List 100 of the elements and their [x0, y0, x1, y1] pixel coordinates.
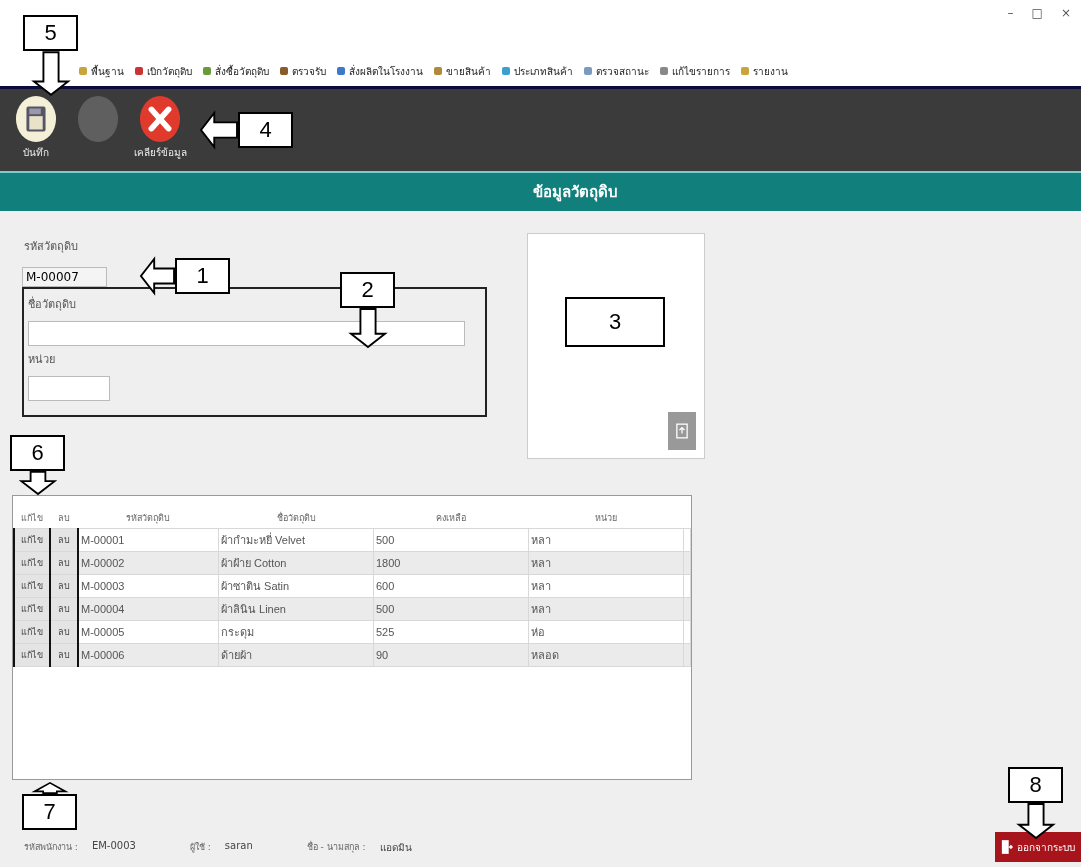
menu-item[interactable]: พื้นฐาน [78, 63, 124, 79]
edit-button[interactable]: แก้ไข [15, 644, 49, 666]
menu-item[interactable]: ประเภทสินค้า [501, 63, 573, 79]
menu-icon [78, 66, 88, 76]
edit-button[interactable]: แก้ไข [15, 575, 49, 597]
code-input[interactable]: M-00007 [22, 267, 107, 287]
footer-value: EM-0003 [91, 839, 136, 853]
column-header: หน่วย [528, 496, 684, 529]
callout-number: 8 [1008, 767, 1063, 803]
menu-item[interactable]: สั่งผลิตในโรงงาน [336, 63, 423, 79]
table-cell: ผ้ากำมะหยี่ Velvet [218, 528, 374, 552]
menu-item[interactable]: แก้ไขรายการ [659, 63, 730, 79]
section-header: ข้อมูลวัตถุดิบ [0, 171, 1081, 211]
table-cell: 90 [373, 643, 529, 667]
callout-arrow-icon [1017, 803, 1054, 839]
callout-number: 2 [340, 272, 395, 308]
delete-button[interactable]: ลบ [51, 644, 77, 666]
table-cell: 1800 [373, 551, 529, 575]
edit-button[interactable]: แก้ไข [15, 621, 49, 643]
callout-number: 1 [175, 258, 230, 294]
menu-item[interactable]: ขายสินค้า [433, 63, 491, 79]
window-control[interactable]: × [1060, 6, 1071, 56]
menu-icon [202, 66, 212, 76]
toolbar-button[interactable]: เคลียร์ข้อมูล [132, 95, 188, 171]
toolbar-button[interactable]: บันทึก [8, 95, 64, 171]
delete-button[interactable]: ลบ [51, 621, 77, 643]
upload-button[interactable] [668, 412, 696, 450]
table-cell: 525 [373, 620, 529, 644]
table-cell: หลา [528, 551, 684, 575]
table-cell: ผ้าฝ้าย Cotton [218, 551, 374, 575]
footer-label: ชื่อ - นามสกุล : [306, 840, 366, 855]
callout-number: 4 [238, 112, 293, 148]
column-header: ชื่อวัตถุดิบ [218, 496, 374, 529]
field-label: รหัสวัตถุดิบ [24, 239, 78, 255]
callout-number: 6 [10, 435, 65, 471]
table-cell: M-00003 [78, 574, 219, 598]
upload-icon [676, 423, 688, 439]
menu-icon [336, 66, 346, 76]
delete-button[interactable]: ลบ [51, 598, 77, 620]
column-header: รหัสวัตถุดิบ [78, 496, 219, 529]
delete-button[interactable]: ลบ [51, 552, 77, 574]
menu-item[interactable]: ตรวจสถานะ [583, 63, 649, 79]
menu-icon [740, 66, 750, 76]
table-cell: ห่อ [528, 620, 684, 644]
callout-number: 7 [22, 794, 77, 830]
footer-value: saran [224, 839, 253, 853]
door-icon [1001, 839, 1013, 855]
edit-button[interactable]: แก้ไข [15, 598, 49, 620]
menu-icon [583, 66, 593, 76]
window-control[interactable]: – [1007, 6, 1014, 56]
callout-arrow-icon [200, 112, 238, 148]
column-header: คงเหลือ [373, 496, 529, 529]
table-cell: ผ้าซาติน Satin [218, 574, 374, 598]
callout-number: 3 [565, 297, 665, 347]
edit-button[interactable]: แก้ไข [15, 552, 49, 574]
table-cell: หลา [528, 528, 684, 552]
name-input[interactable] [28, 321, 465, 346]
menu-item[interactable]: รายงาน [740, 63, 788, 79]
menu-icon [659, 66, 669, 76]
table-cell: M-00005 [78, 620, 219, 644]
field-label: ชื่อวัตถุดิบ [28, 295, 76, 313]
delete-button[interactable]: ลบ [51, 575, 77, 597]
menu-item[interactable]: สั่งซื้อวัตถุดิบ [202, 63, 269, 79]
table-cell: ด้ายผ้า [218, 643, 374, 667]
delete-button[interactable]: ลบ [51, 529, 77, 551]
menu-icon [501, 66, 511, 76]
callout-arrow-icon [349, 308, 386, 348]
column-header: แก้ไข [14, 496, 50, 529]
table-cell: หลอด [528, 643, 684, 667]
table-cell: M-00004 [78, 597, 219, 621]
table-cell: หลา [528, 574, 684, 598]
callout-arrow-icon [31, 782, 68, 794]
logout-button[interactable]: ออกจากระบบ [995, 832, 1081, 862]
callout-number: 5 [23, 15, 78, 51]
field-label: หน่วย [28, 352, 55, 368]
menu-icon [134, 66, 144, 76]
footer-label: ผู้ใช้ : [189, 840, 211, 855]
table-cell: หลา [528, 597, 684, 621]
table-cell: M-00006 [78, 643, 219, 667]
floppy-disk-icon [15, 95, 57, 143]
table-cell: 500 [373, 597, 529, 621]
table-cell: ผ้าลินิน Linen [218, 597, 374, 621]
menu-item[interactable]: ตรวจรับ [279, 63, 326, 79]
table-cell: M-00001 [78, 528, 219, 552]
menu-icon [433, 66, 443, 76]
callout-arrow-icon [140, 258, 175, 294]
table-cell: กระดุม [218, 620, 374, 644]
table-cell: 500 [373, 528, 529, 552]
edit-button[interactable]: แก้ไข [15, 529, 49, 551]
close-icon [139, 95, 181, 143]
footer-label: รหัสพนักงาน : [24, 840, 78, 854]
table-cell: M-00002 [78, 551, 219, 575]
window-control[interactable]: □ [1031, 6, 1043, 56]
column-header: ลบ [50, 496, 78, 529]
table-cell: 600 [373, 574, 529, 598]
menu-item[interactable]: เบิกวัตถุดิบ [134, 63, 192, 79]
unit-input[interactable] [28, 376, 110, 401]
footer-value: แอดมิน [379, 840, 412, 855]
blank-circle-icon [77, 95, 119, 143]
menu-icon [279, 66, 289, 76]
